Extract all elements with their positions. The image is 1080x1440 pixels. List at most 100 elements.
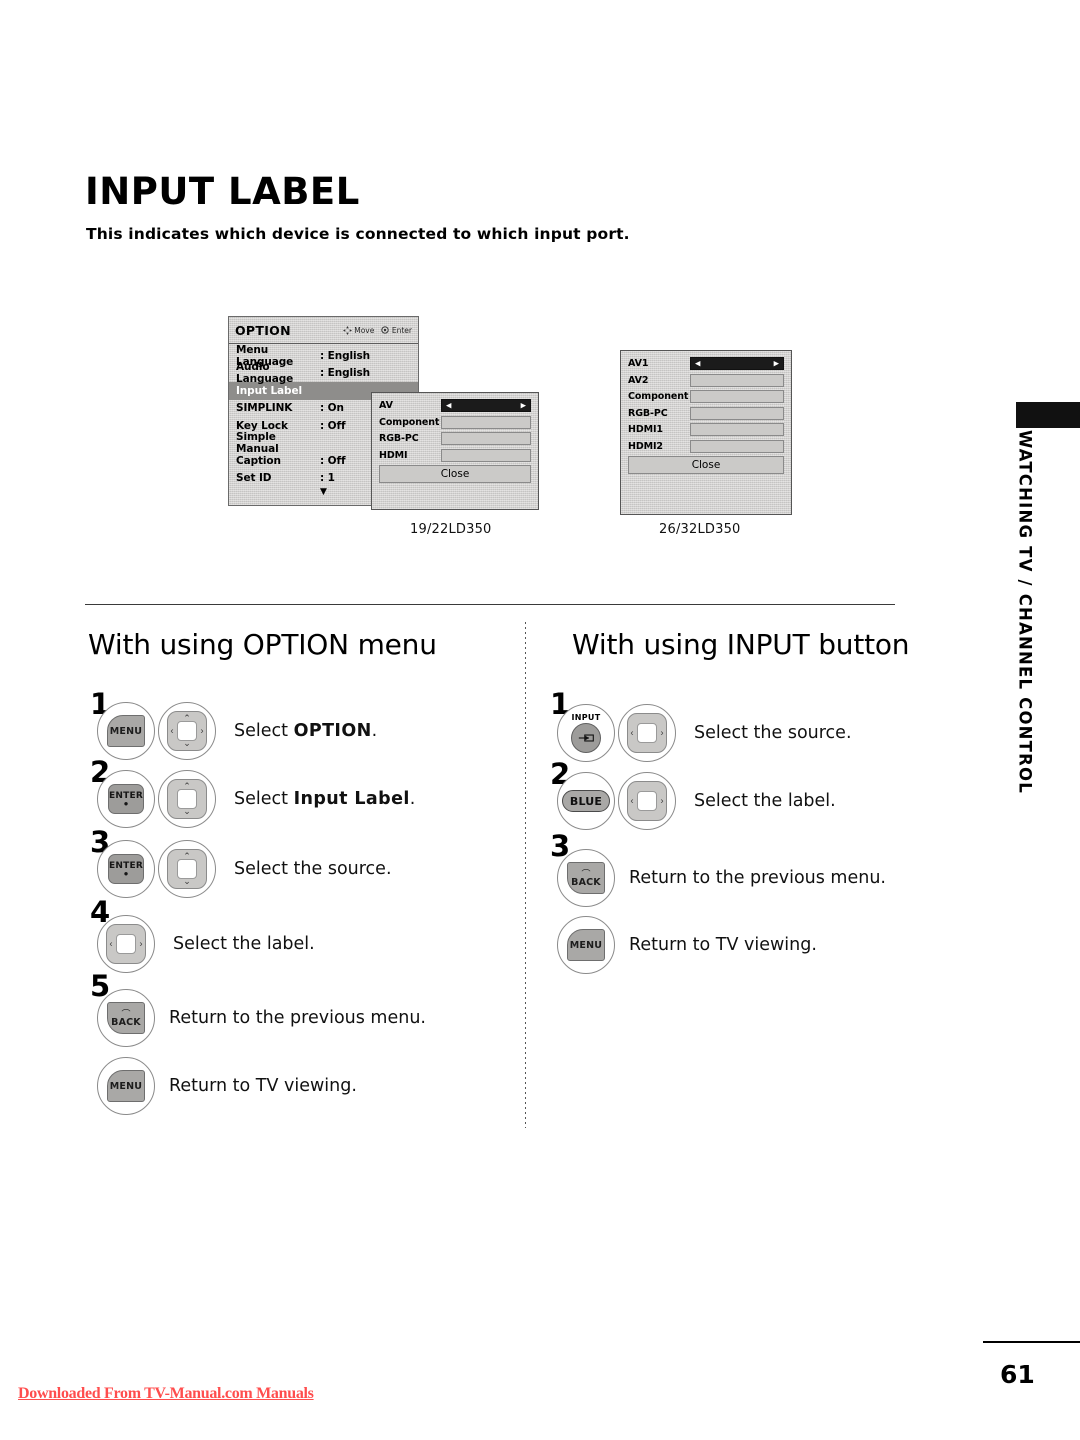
input-key-label: INPUT — [571, 713, 601, 722]
input-button-r1[interactable]: INPUT — [557, 704, 615, 762]
hint-enter-label: Enter — [391, 325, 412, 335]
side-tab: WATCHING TV / CHANNEL CONTROL — [1004, 430, 1046, 830]
page-subtitle: This indicates which device is connected… — [86, 225, 630, 243]
step-text-l5: Return to the previous menu. — [169, 1008, 426, 1028]
step-text-tail: . — [409, 789, 416, 809]
menu-button-l1[interactable]: MENU — [97, 702, 155, 760]
step-l6: MENU Return to TV viewing. — [97, 1057, 357, 1115]
step-l5: ⌒ BACK Return to the previous menu. — [97, 989, 426, 1047]
navpad-updown[interactable]: ⌃ ⌄ — [167, 779, 207, 819]
label-value-box[interactable] — [441, 432, 531, 445]
menu-key-face: MENU — [567, 929, 605, 961]
source-name: HDMI1 — [628, 424, 663, 435]
osd-row-audio-language[interactable]: Audio Language: English — [229, 361, 418, 385]
nav-left-icon[interactable]: ‹ — [631, 728, 634, 738]
navpad-center[interactable] — [637, 723, 657, 743]
source-row-av1[interactable]: AV1 ◀ ▶ — [628, 357, 784, 370]
navpad-button-l4[interactable]: ‹ › — [97, 915, 155, 973]
source-name: Component — [379, 416, 440, 428]
nav-right-icon[interactable]: › — [140, 939, 143, 949]
arrow-left-icon[interactable]: ◀ — [446, 402, 451, 409]
arrow-left-icon[interactable]: ◀ — [695, 360, 700, 367]
navpad-center[interactable] — [177, 859, 197, 879]
row-value: : Off — [320, 419, 346, 432]
back-button-r3[interactable]: ⌒ BACK — [557, 849, 615, 907]
label-value-box[interactable]: ◀ ▶ — [690, 357, 784, 370]
source-row-rgb-pc[interactable]: RGB-PC — [628, 406, 784, 420]
label-value-box[interactable] — [441, 448, 531, 462]
source-row-av[interactable]: AV ◀ ▶ — [379, 399, 531, 412]
close-button-small[interactable]: Close — [379, 465, 531, 483]
label-value-box[interactable] — [690, 406, 784, 420]
source-row-rgb-pc[interactable]: RGB-PC — [379, 432, 531, 445]
source-row-hdmi1[interactable]: HDMI1 — [628, 423, 784, 436]
navpad-center[interactable] — [116, 934, 136, 954]
row-value: : Off — [320, 454, 346, 467]
osd-hints: Move Enter — [342, 325, 412, 335]
source-row-hdmi[interactable]: HDMI — [379, 448, 531, 462]
arrow-right-icon[interactable]: ▶ — [774, 360, 779, 367]
enter-button-l3[interactable]: ENTER ● — [97, 840, 155, 898]
arrow-right-icon[interactable]: ▶ — [521, 402, 526, 409]
nav-left-icon[interactable]: ‹ — [631, 796, 634, 806]
hint-move-label: Move — [354, 325, 375, 335]
navpad-center[interactable] — [177, 789, 197, 809]
step-text-plain: Select — [234, 721, 294, 741]
enter-key-dot: ● — [123, 869, 129, 878]
navpad-leftright[interactable]: ‹ › — [106, 924, 146, 964]
nav-left-icon[interactable]: ‹ — [171, 726, 174, 736]
step-r3: ⌒ BACK Return to the previous menu. — [557, 849, 886, 907]
source-name: HDMI2 — [628, 440, 663, 452]
navpad-button-l3[interactable]: ⌃ ⌄ — [158, 840, 216, 898]
navpad-button-r2[interactable]: ‹ › — [618, 772, 676, 830]
step-r1: INPUT ‹ › Select the source. — [557, 704, 852, 762]
label-value-box[interactable] — [441, 415, 531, 429]
menu-button-l6[interactable]: MENU — [97, 1057, 155, 1115]
source-row-av2[interactable]: AV2 — [628, 373, 784, 387]
blue-button-r2[interactable]: BLUE — [557, 772, 615, 830]
source-row-component[interactable]: Component — [628, 390, 784, 403]
navpad-button-l1[interactable]: ⌃ ⌄ ‹ › — [158, 702, 216, 760]
download-source-link[interactable]: Downloaded From TV-Manual.com Manuals — [18, 1385, 314, 1403]
label-value-box[interactable]: ◀ ▶ — [441, 399, 531, 412]
enter-button-l2[interactable]: ENTER ● — [97, 770, 155, 828]
label-value-box[interactable] — [690, 373, 784, 387]
navpad-center[interactable] — [177, 721, 197, 741]
source-row-hdmi2[interactable]: HDMI2 — [628, 439, 784, 453]
back-key-label: BACK — [571, 876, 601, 888]
navpad-leftright[interactable]: ‹ › — [627, 713, 667, 753]
row-value: : On — [320, 402, 344, 415]
nav-left-icon[interactable]: ‹ — [110, 939, 113, 949]
label-value-box[interactable] — [690, 390, 784, 403]
label-value-box[interactable] — [690, 423, 784, 436]
navpad-updown[interactable]: ⌃ ⌄ — [167, 849, 207, 889]
navpad-button-l2[interactable]: ⌃ ⌄ — [158, 770, 216, 828]
nav-right-icon[interactable]: › — [661, 728, 664, 738]
row-key: SIMPLINK — [236, 402, 293, 415]
nav-right-icon[interactable]: › — [661, 796, 664, 806]
step-text-r3: Return to the previous menu. — [629, 868, 886, 888]
navpad-center[interactable] — [637, 791, 657, 811]
navpad-button-r1[interactable]: ‹ › — [618, 704, 676, 762]
step-l3: ENTER ● ⌃ ⌄ Select the source. — [97, 840, 392, 898]
close-button-large[interactable]: Close — [628, 456, 784, 474]
model-caption-small: 19/22LD350 — [410, 522, 492, 537]
navpad-leftright[interactable]: ‹ › — [627, 781, 667, 821]
nav-right-icon[interactable]: › — [201, 726, 204, 736]
hint-enter: Enter — [381, 326, 412, 335]
page-title: INPUT LABEL — [85, 169, 360, 213]
footer-rule — [983, 1341, 1080, 1343]
menu-button-r4[interactable]: MENU — [557, 916, 615, 974]
row-key: Input Label — [236, 384, 302, 397]
source-name: AV — [379, 400, 393, 411]
label-value-box[interactable] — [690, 439, 784, 453]
step-l1: MENU ⌃ ⌄ ‹ › Select OPTION. — [97, 702, 377, 760]
input-source-icon — [571, 723, 601, 753]
source-name: HDMI — [379, 449, 408, 461]
step-text-bold: Input Label — [293, 789, 410, 809]
navpad-4way[interactable]: ⌃ ⌄ ‹ › — [167, 711, 207, 751]
source-name: AV1 — [628, 358, 649, 369]
step-l2: ENTER ● ⌃ ⌄ Select Input Label. — [97, 770, 415, 828]
source-row-component[interactable]: Component — [379, 415, 531, 429]
back-button-l5[interactable]: ⌒ BACK — [97, 989, 155, 1047]
